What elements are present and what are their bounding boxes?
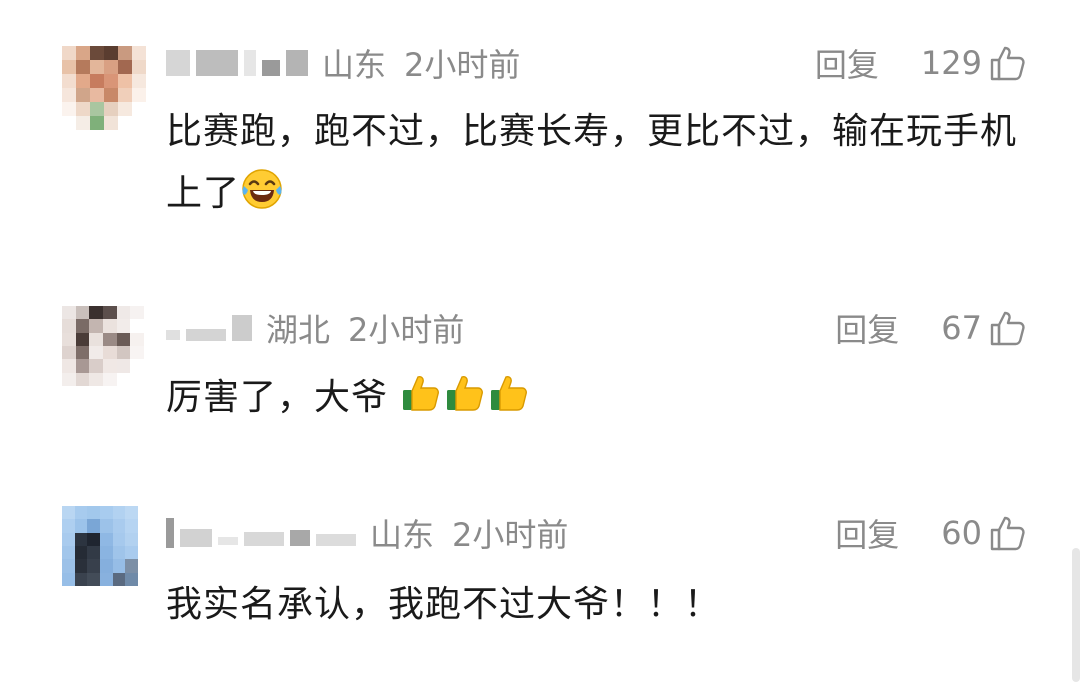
thumbs-up-emoji [403,376,440,411]
avatar[interactable] [62,306,144,386]
like-button[interactable]: 129 [921,43,1028,83]
reply-button[interactable]: 回复 [835,510,899,556]
thumbs-up-icon [990,311,1025,346]
reply-button[interactable]: 回复 [815,40,879,86]
comment-actions: 回复 67 [835,306,1028,350]
comment-text: 厉害了，大爷 [166,367,1026,429]
comment-text: 我实名承认，我跑不过大爷！！！ [166,584,722,625]
comment-location: 山东 [322,46,387,84]
comment-meta: 山东 2小时前 [166,41,520,85]
comment-time: 2小时前 [348,311,465,349]
like-button[interactable]: 60 [941,513,1028,553]
like-button[interactable]: 67 [941,308,1028,348]
comment-location: 湖北 [266,311,331,349]
comment-actions: 回复 129 [815,41,1028,85]
thumbs-up-emoji [491,376,528,411]
comment-location: 山东 [370,516,435,554]
thumbs-up-emoji [447,376,484,411]
comment-meta: 湖北 2小时前 [166,306,464,350]
username-redacted[interactable] [166,513,356,553]
like-count: 129 [920,44,982,82]
username-redacted[interactable] [166,43,308,83]
comment-meta: 山东 2小时前 [166,511,568,555]
comment-text: 比赛跑，跑不过，比赛长寿，更比不过，输在玩手机上了 [166,111,1018,214]
like-count: 67 [941,309,982,347]
scrollbar[interactable] [1072,548,1080,682]
username-redacted[interactable] [166,308,252,348]
avatar[interactable] [62,506,138,586]
comment-time: 2小时前 [404,46,521,84]
thumbs-up-icon [990,46,1025,81]
like-count: 60 [941,514,982,552]
comment-actions: 回复 60 [835,511,1028,555]
thumbs-up-emoji-group [388,376,532,418]
avatar[interactable] [62,46,146,130]
laughing-tears-emoji [242,169,282,209]
reply-button[interactable]: 回复 [835,305,899,351]
comment-time: 2小时前 [452,516,569,554]
thumbs-up-icon [990,516,1025,551]
